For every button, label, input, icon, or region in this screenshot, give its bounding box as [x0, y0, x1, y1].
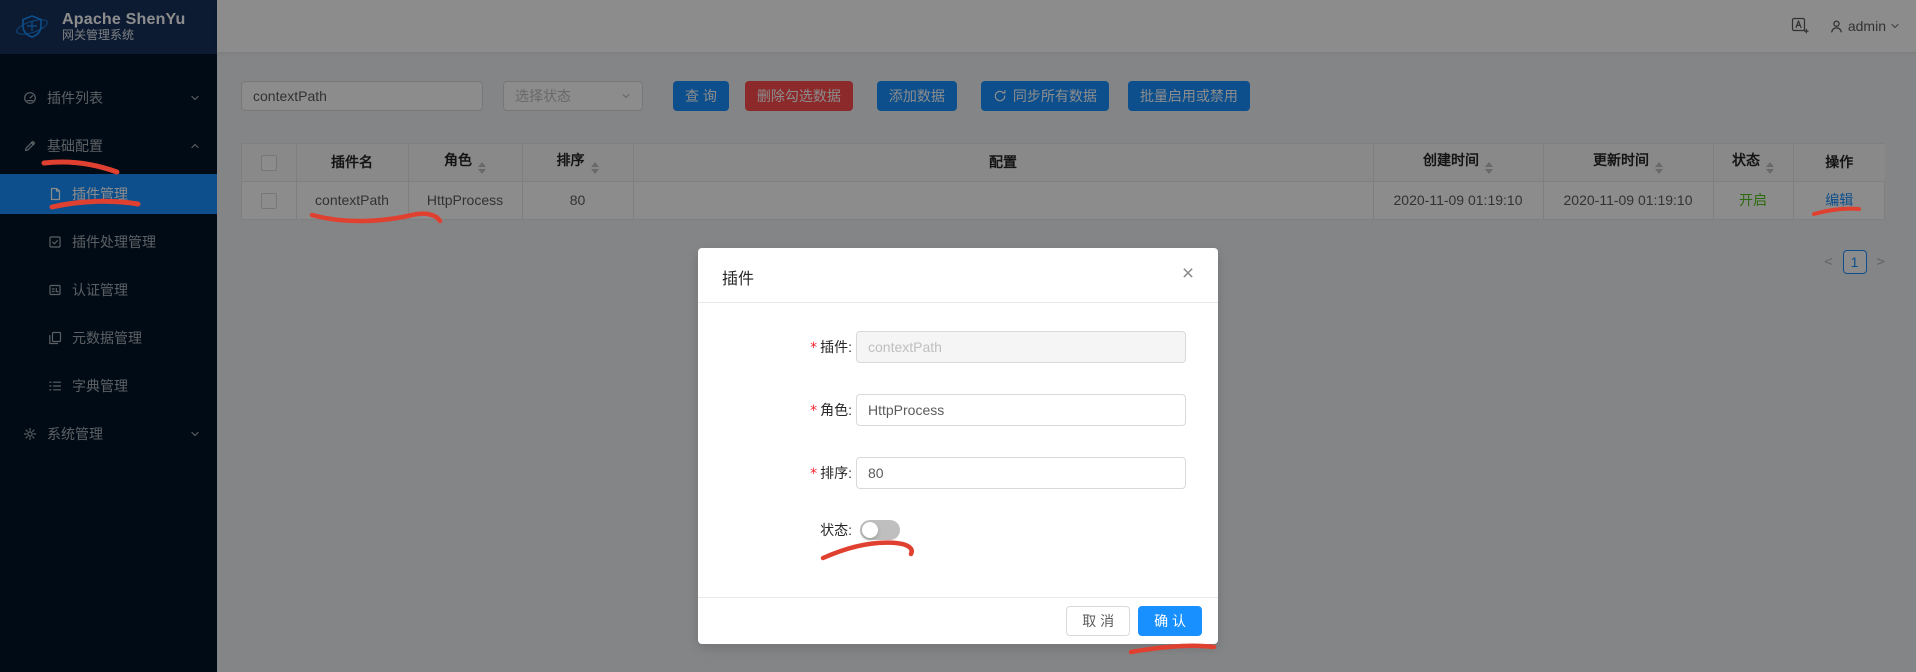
label-text: 插件:: [820, 339, 852, 355]
status-field-label: 状态:: [698, 520, 856, 540]
modal-footer: 取 消 确 认: [698, 597, 1218, 644]
modal-title: 插件: [722, 271, 754, 288]
status-toggle[interactable]: [860, 520, 900, 540]
confirm-button[interactable]: 确 认: [1138, 606, 1202, 636]
sort-field[interactable]: [856, 457, 1186, 489]
close-icon[interactable]: ×: [1174, 260, 1202, 288]
label-text: 排序:: [820, 465, 852, 481]
plugin-name-field: [856, 331, 1186, 363]
role-field-label: *角色:: [698, 400, 856, 420]
plugin-modal: 插件 × *插件: *角色: *排序: 状态: 取 消 确 认: [698, 248, 1218, 644]
modal-body: *插件: *角色: *排序: 状态:: [698, 303, 1218, 597]
required-mark: *: [810, 466, 817, 482]
label-text: 角色:: [820, 402, 852, 418]
required-mark: *: [810, 403, 817, 419]
form-row-sort: *排序:: [698, 457, 1218, 489]
sort-field-label: *排序:: [698, 463, 856, 483]
cancel-button[interactable]: 取 消: [1066, 606, 1130, 636]
plugin-field-label: *插件:: [698, 337, 856, 357]
label-text: 状态:: [820, 522, 852, 538]
form-row-status: 状态:: [698, 520, 1218, 540]
toggle-knob: [862, 522, 878, 538]
modal-header: 插件 ×: [698, 248, 1218, 303]
form-row-role: *角色:: [698, 394, 1218, 426]
form-row-plugin: *插件:: [698, 331, 1218, 363]
role-field[interactable]: [856, 394, 1186, 426]
required-mark: *: [810, 340, 817, 356]
